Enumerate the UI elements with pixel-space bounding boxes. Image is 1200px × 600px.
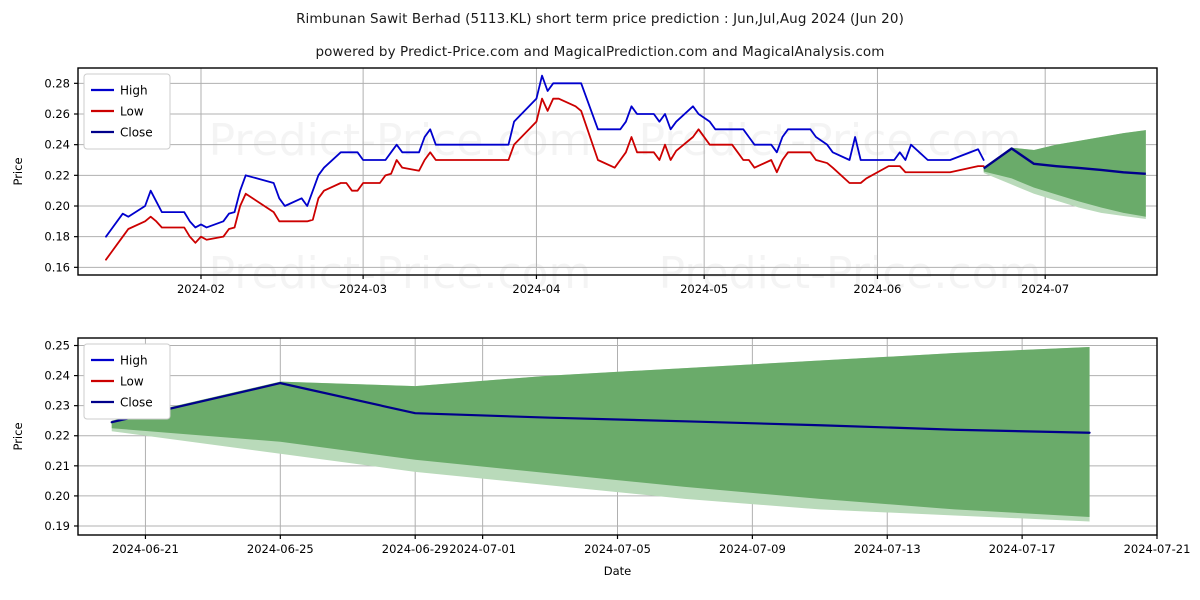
- forecast-chart: Predict-Price.comPredict-Price.com0.190.…: [11, 337, 1191, 578]
- legend-label-low: Low: [120, 375, 144, 389]
- legend-label-high: High: [120, 354, 148, 368]
- y-axis-title: Price: [11, 157, 25, 185]
- x-tick-label: 2024-06: [853, 282, 901, 296]
- x-tick-label: 2024-06-25: [247, 542, 314, 556]
- x-axis-title: Date: [604, 564, 632, 578]
- title-block: Rimbunan Sawit Berhad (5113.KL) short te…: [0, 0, 1200, 60]
- x-tick-label: 2024-07-17: [989, 542, 1056, 556]
- watermark: Predict-Price.com: [209, 115, 592, 166]
- y-tick-label: 0.25: [44, 339, 70, 353]
- y-tick-label: 0.23: [44, 399, 70, 413]
- y-tick-label: 0.20: [44, 489, 70, 503]
- page-title: Rimbunan Sawit Berhad (5113.KL) short te…: [296, 11, 904, 27]
- x-tick-label: 2024-07-21: [1124, 542, 1191, 556]
- x-tick-label: 2024-06-29: [382, 542, 449, 556]
- y-tick-label: 0.22: [44, 168, 70, 182]
- x-tick-label: 2024-03: [339, 282, 387, 296]
- y-tick-label: 0.26: [44, 107, 70, 121]
- history-chart: Predict-Price.com Predict-Price.comPredic…: [11, 67, 1158, 305]
- page-subtitle: powered by Predict-Price.com and Magical…: [315, 44, 885, 60]
- legend-label-close: Close: [120, 396, 153, 410]
- x-axis-title: Date: [604, 304, 632, 305]
- x-tick-label: 2024-07-09: [719, 542, 786, 556]
- x-tick-label: 2024-04: [512, 282, 560, 296]
- legend-label-low: Low: [120, 105, 144, 119]
- y-tick-label: 0.20: [44, 199, 70, 213]
- y-tick-label: 0.24: [44, 369, 70, 383]
- x-tick-label: 2024-06-21: [112, 542, 179, 556]
- y-tick-label: 0.18: [44, 230, 70, 244]
- x-tick-label: 2024-07-05: [584, 542, 651, 556]
- legend-label-high: High: [120, 84, 148, 98]
- y-tick-label: 0.22: [44, 429, 70, 443]
- figure-canvas: Rimbunan Sawit Berhad (5113.KL) short te…: [0, 0, 1200, 600]
- x-tick-label: 2024-07: [1021, 282, 1069, 296]
- y-tick-label: 0.19: [44, 519, 70, 533]
- y-tick-label: 0.21: [44, 459, 70, 473]
- y-tick-label: 0.16: [44, 260, 70, 274]
- y-tick-label: 0.28: [44, 76, 70, 90]
- y-axis-title: Price: [11, 422, 25, 450]
- legend-label-close: Close: [120, 126, 153, 140]
- x-tick-label: 2024-05: [680, 282, 728, 296]
- watermark: Predict-Price.com: [639, 115, 1022, 166]
- y-tick-label: 0.24: [44, 138, 70, 152]
- x-tick-label: 2024-02: [177, 282, 225, 296]
- x-tick-label: 2024-07-13: [854, 542, 921, 556]
- x-tick-label: 2024-07-01: [449, 542, 516, 556]
